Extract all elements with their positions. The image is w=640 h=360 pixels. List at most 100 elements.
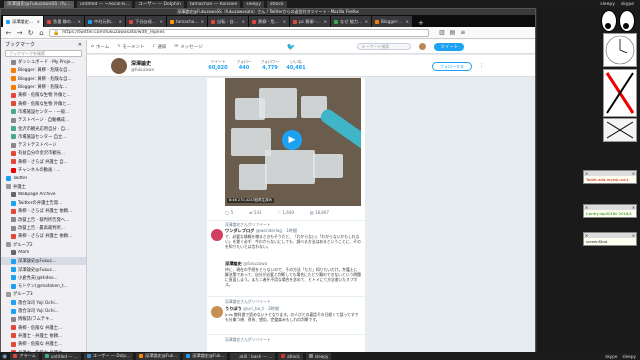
new-tab-button[interactable]: + xyxy=(415,19,427,27)
app-menu-icon[interactable]: ◉ xyxy=(2,353,7,360)
nav-moments[interactable]: ϟ モーメント xyxy=(117,44,144,50)
browser-tab[interactable]: なぜ 能力テスト× xyxy=(331,16,371,27)
browser-tab[interactable]: tamachanブログ× xyxy=(167,16,207,27)
stat-tweets[interactable]: ツイート 60,020 xyxy=(207,59,229,71)
bookmark-item[interactable]: Blogger: 黄柳 - 危険な自... xyxy=(1,66,86,74)
bookmark-item[interactable]: 弁護士 xyxy=(1,182,86,190)
taskbar-item-atlock[interactable]: atlock xyxy=(266,0,287,8)
bookmark-item[interactable]: 黄柳 - 危険な生物 外傷と... xyxy=(1,99,86,107)
taskbar-item[interactable]: sleepy xyxy=(305,352,332,360)
close-tab-icon[interactable]: × xyxy=(283,19,286,24)
bookmark-item[interactable]: 深澤論史@Fukuz... xyxy=(1,265,86,273)
bookmark-item[interactable]: 改竄上告 · 裁判所告発へ... xyxy=(1,216,86,224)
browser-tab[interactable]: 下谷@成瀬研 × xyxy=(126,16,166,27)
bookmark-item[interactable]: 深澤論史@Fukuz... xyxy=(1,257,86,266)
taskbar-item[interactable]: ユーザー — Dolp... xyxy=(83,352,133,360)
browser-tab[interactable]: Blogger: 黄柳...× xyxy=(372,16,412,27)
browser-tab[interactable]: 深澤論史@Fukuza...× xyxy=(3,16,43,27)
reply-action[interactable]: ◯ 5 xyxy=(225,210,233,217)
bookmark-item[interactable]: 黄柳 - 危険な 弁護士... xyxy=(1,324,86,332)
bookmark-item[interactable]: Atom xyxy=(1,249,86,257)
follow-button[interactable]: フォローする xyxy=(432,62,472,71)
taskbar-item[interactable]: アラーム xyxy=(10,352,39,360)
bookmark-search-input[interactable]: ブックマークを検索 xyxy=(5,50,82,57)
browser-tab[interactable]: 黄柳 - 危険な...× xyxy=(249,16,289,27)
bookmark-item[interactable]: 有益自分の金沢市観光... xyxy=(1,149,86,157)
close-tab-icon[interactable]: × xyxy=(242,19,245,24)
bookmark-item[interactable]: 弁護士 - 弁護士 依頼... xyxy=(1,332,86,340)
bookmark-item[interactable]: グループ3 xyxy=(1,290,86,298)
tray-item[interactable]: skype xyxy=(621,2,634,7)
taskbar-item[interactable]: untitled — ... xyxy=(41,352,81,360)
bookmark-item[interactable]: 小倉秀夫(@Hideo... xyxy=(1,274,86,282)
bookmark-item[interactable]: チャンネルの動画 · ... xyxy=(1,166,86,174)
bookmark-item[interactable]: テストテストページ xyxy=(1,141,86,149)
bookmark-item[interactable]: Twitterの弁護士告発... xyxy=(1,199,86,207)
forward-button[interactable]: → xyxy=(16,29,23,37)
note-close-icon[interactable]: ✕ xyxy=(632,171,635,176)
bookmark-item[interactable]: グループ2 xyxy=(1,241,86,249)
bookmark-item[interactable]: 黄柳 - さらば 弁護士 自... xyxy=(1,158,86,166)
browser-tab[interactable]: pc 黄柳 - 危険...× xyxy=(290,16,330,27)
sticky-note[interactable]: ✕ ✕ Twilet-add-mysql-ura.t xyxy=(583,170,637,184)
close-tab-icon[interactable]: × xyxy=(365,19,368,24)
reload-button[interactable]: ↻ xyxy=(27,29,34,37)
browser-tab[interactable]: 急量 静の道 ...× xyxy=(44,16,84,27)
sticky-note[interactable]: ✕ ✕ screenShot xyxy=(583,232,637,246)
bookmark-item[interactable]: 市場施設センター 自立... xyxy=(1,133,86,141)
note-text[interactable]: screenShot xyxy=(584,238,636,245)
bookmark-item[interactable]: Blogger: 黄柳 - 危険な自... xyxy=(1,75,86,83)
bookmark-item[interactable]: 落合洋司 Yoji Ochi... xyxy=(1,307,86,315)
profile-avatar[interactable] xyxy=(111,58,127,74)
bookmark-item[interactable]: 黄柳 - 危険な 弁護士... xyxy=(1,340,86,348)
note-text[interactable]: Twilet-add-mysql-ura.t xyxy=(584,176,636,183)
menu-icon[interactable]: ≡ xyxy=(460,29,465,36)
bookmark-item[interactable]: ダッシュボード · My Proje... xyxy=(1,58,86,66)
home-button[interactable]: ⌂ xyxy=(38,29,45,37)
note-menu-icon[interactable]: ✕ xyxy=(585,233,588,238)
stat-followers[interactable]: フォロワー 4,779 xyxy=(259,59,281,71)
avatar[interactable] xyxy=(419,43,427,50)
browser-tab[interactable]: 自転 - 自転ダ...× xyxy=(208,16,248,27)
like-action[interactable]: ♡ 1,649 xyxy=(278,210,294,217)
bookmark-item[interactable]: 情報誌/フムテキ... xyxy=(1,315,86,323)
bookmark-item[interactable]: 黄柳 - さらば 弁護士 依頼... xyxy=(1,232,86,240)
taskbar-item-editor[interactable]: untitled — ~/local-b... xyxy=(77,0,133,8)
nav-home[interactable]: ⌂ ホーム xyxy=(91,44,109,50)
taskbar-item-konsole[interactable]: tamachan — Konsole xyxy=(186,0,241,8)
note-close-icon[interactable]: ✕ xyxy=(632,233,635,238)
url-bar[interactable]: 🔒 https://twitter.com/fukuzawasato/with_… xyxy=(49,28,429,37)
taskbar-item-sleepy[interactable]: sleepy xyxy=(243,0,264,8)
tweet-video[interactable]: ▶ 8:46 270,4243回再生済み xyxy=(225,78,361,206)
views-action[interactable]: ▥ 18,897 xyxy=(310,210,329,217)
browser-tab[interactable]: 中村元和@Fuk...× xyxy=(85,16,125,27)
close-tab-icon[interactable]: × xyxy=(201,19,204,24)
library-icon[interactable]: ▥ xyxy=(439,29,445,36)
taskbar-item[interactable]: 深澤論史@Fuk... xyxy=(136,352,181,360)
close-icon[interactable]: ✕ xyxy=(78,42,82,48)
bookmark-item[interactable]: 黄柳 - 危険な生物 外傷と... xyxy=(1,91,86,99)
tweet-avatar[interactable] xyxy=(211,306,223,318)
bookmark-item[interactable]: 落合洋司 Yoji Ochi... xyxy=(1,299,86,307)
twitter-bird-icon[interactable]: 🐦 xyxy=(287,43,296,51)
sidebar-title[interactable]: ブックマーク xyxy=(5,41,35,48)
taskbar-item-firefox[interactable]: 深澤論史@FukuzawaSS（fukuzawasato）さん / Twitte… xyxy=(4,0,74,8)
bookmark-item[interactable]: 改竄上告 · 最高裁判所... xyxy=(1,224,86,232)
note-menu-icon[interactable]: ✕ xyxy=(585,171,588,176)
more-icon[interactable]: ⋮ xyxy=(479,63,484,69)
taskbar-item-dolphin[interactable]: ユーザー — Dolphin xyxy=(135,0,184,8)
bookmark-item[interactable]: モトケン(@motoken_t... xyxy=(1,282,86,290)
bookmark-item[interactable]: 金沢市観光応用自分 · 自... xyxy=(1,124,86,132)
bookmark-item[interactable]: Twitter xyxy=(1,174,86,182)
close-tab-icon[interactable]: × xyxy=(160,19,163,24)
nav-messages[interactable]: ✉ メッセージ xyxy=(174,44,202,50)
profile-name[interactable]: 深澤論史 xyxy=(131,60,151,67)
close-tab-icon[interactable]: × xyxy=(324,19,327,24)
bookmark-item[interactable]: Webpage Archive xyxy=(1,191,86,199)
close-tab-icon[interactable]: × xyxy=(37,19,40,24)
tweet-button[interactable]: ツイート xyxy=(434,42,465,51)
sidebar-icon[interactable]: ▤ xyxy=(450,29,456,36)
tray-item[interactable]: sleepy xyxy=(622,354,636,359)
taskbar-item[interactable]: 深澤論史@Fuk... xyxy=(183,352,228,360)
taskbar-item[interactable]: atlock xyxy=(278,352,303,360)
